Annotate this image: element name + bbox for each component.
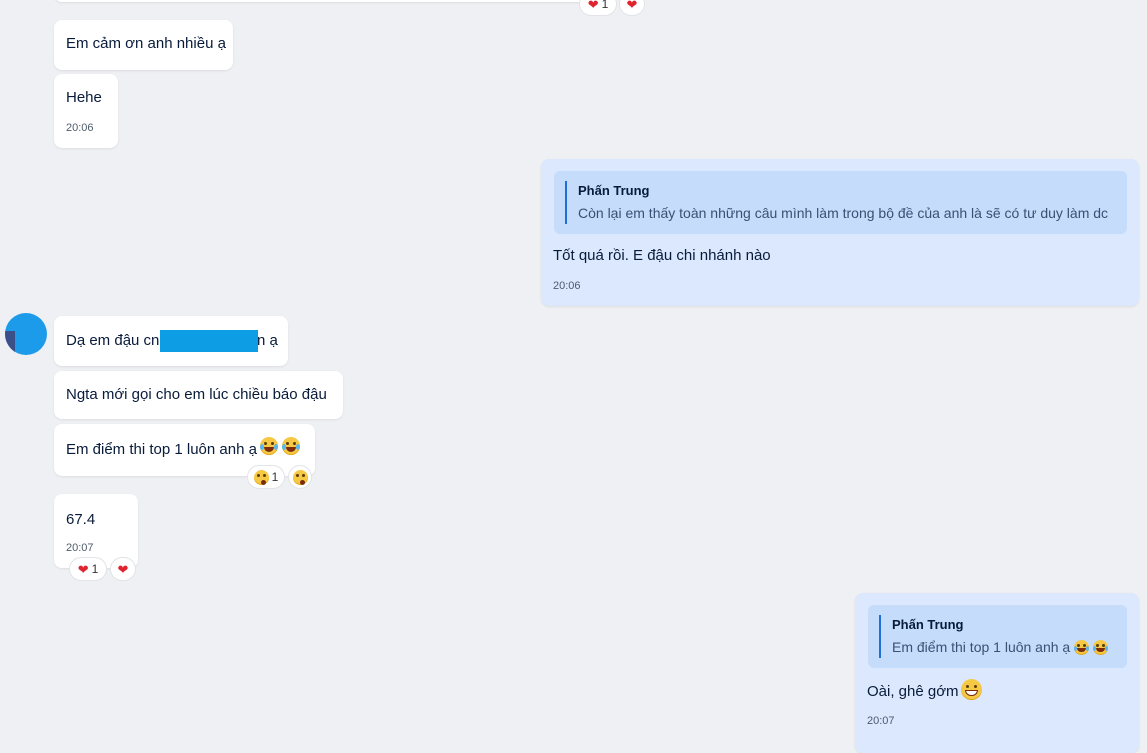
- reaction-heart-count[interactable]: ❤ 1: [580, 0, 616, 15]
- avatar[interactable]: [5, 313, 47, 355]
- message-text: Em điểm thi top 1 luôn anh ạ: [66, 441, 257, 458]
- surprised-emoji: [292, 469, 308, 485]
- heart-icon: ❤: [77, 561, 89, 577]
- message-time: 20:06: [66, 122, 94, 134]
- message-bubble[interactable]: Em cảm ơn anh nhiều ạ: [54, 20, 233, 70]
- avatar-detail: [5, 331, 15, 355]
- message-text: Ngta mới gọi cho em lúc chiều báo đậu: [66, 386, 327, 403]
- laughing-tears-emoji: [1074, 639, 1089, 656]
- message-text: 67.4: [66, 511, 96, 528]
- message-bubble-outgoing[interactable]: Phấn Trung Còn lại em thấy toàn những câ…: [541, 159, 1139, 306]
- message-bubble[interactable]: Dạ em đậu cn n ạ: [54, 316, 288, 366]
- quote-text: Em điểm thi top 1 luôn anh ạ: [892, 639, 1071, 655]
- message-time: 20:07: [66, 542, 94, 554]
- message-bubble-outgoing[interactable]: Phấn Trung Em điểm thi top 1 luôn anh ạ …: [855, 593, 1139, 753]
- reaction-count: 1: [91, 562, 99, 576]
- quote-author: Phấn Trung: [892, 617, 964, 632]
- message-bubble[interactable]: 67.4 20:07: [54, 494, 138, 568]
- quote-text: Còn lại em thấy toàn những câu mình làm …: [578, 205, 1109, 221]
- reaction-heart-button[interactable]: ❤: [111, 558, 135, 580]
- heart-icon: ❤: [626, 0, 638, 12]
- quoted-message[interactable]: Phấn Trung Em điểm thi top 1 luôn anh ạ: [868, 605, 1127, 668]
- reaction-wow-button[interactable]: [289, 466, 311, 488]
- reaction-count: 1: [271, 470, 279, 484]
- quoted-message[interactable]: Phấn Trung Còn lại em thấy toàn những câ…: [554, 171, 1127, 234]
- message-text: Em cảm ơn anh nhiều ạ: [66, 35, 226, 52]
- laughing-tears-emoji: [1093, 639, 1108, 656]
- heart-icon: ❤: [117, 561, 129, 577]
- message-bubble[interactable]: Hehe 20:06: [54, 74, 118, 148]
- redaction-box: [160, 330, 258, 352]
- quote-bar: [565, 181, 567, 224]
- message-text: Dạ em đậu cn: [66, 332, 160, 349]
- reaction-heart-button[interactable]: ❤: [620, 0, 644, 15]
- heart-icon: ❤: [587, 0, 599, 12]
- message-bubble[interactable]: Ngta mới gọi cho em lúc chiều báo đậu: [54, 371, 343, 419]
- message-text-tail: n ạ: [257, 332, 278, 349]
- reaction-heart-count[interactable]: ❤ 1: [70, 558, 106, 580]
- message-time: 20:07: [867, 715, 895, 727]
- message-bubble-partial: [54, 0, 600, 2]
- quote-bar: [879, 615, 881, 658]
- reaction-wow-count[interactable]: 1: [248, 466, 284, 488]
- laughing-tears-emoji: [260, 437, 278, 456]
- surprised-emoji: [253, 469, 269, 485]
- grinning-emoji: [961, 679, 982, 701]
- message-text: Tốt quá rồi. E đậu chi nhánh nào: [553, 247, 771, 264]
- message-time: 20:06: [553, 280, 581, 292]
- quote-author: Phấn Trung: [578, 183, 650, 198]
- laughing-tears-emoji: [282, 437, 300, 456]
- message-text: Hehe: [66, 89, 102, 106]
- message-text: Oài, ghê gớm: [867, 683, 959, 700]
- reaction-count: 1: [601, 0, 609, 11]
